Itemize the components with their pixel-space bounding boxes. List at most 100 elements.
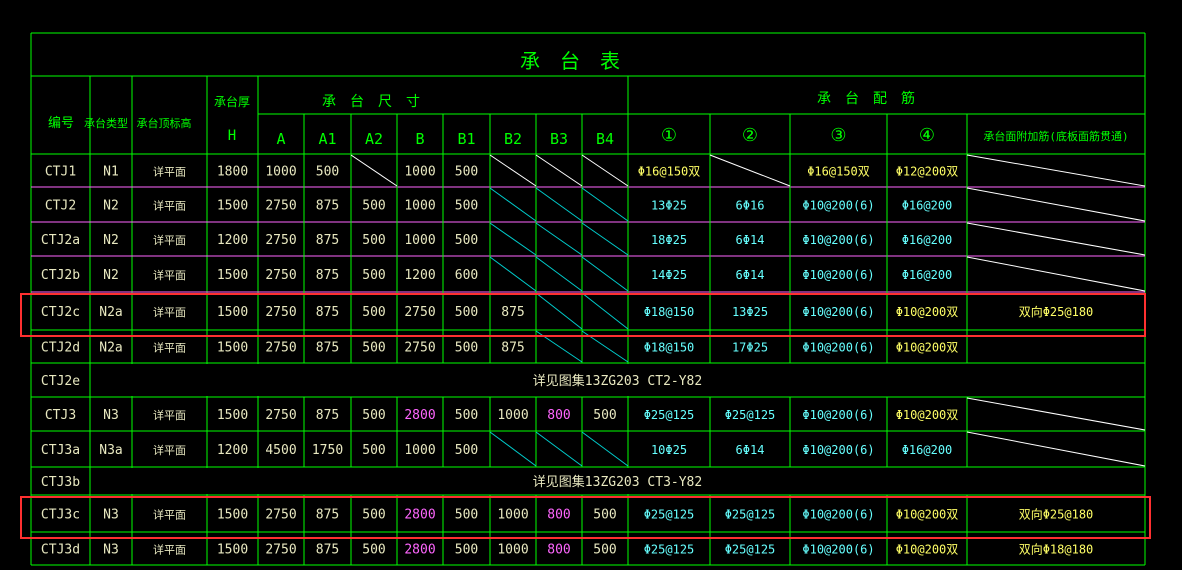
row-type: N2a <box>99 305 122 320</box>
row-rebar-r4: Φ10@200双 <box>896 341 959 355</box>
row-id: CTJ2e <box>41 374 80 389</box>
row-rebar-r1: 10Φ25 <box>651 443 687 457</box>
row-elevation: 详平面 <box>153 268 186 282</box>
row-dim-b: 1000 <box>404 165 435 180</box>
row-rebar-r3: Φ10@200(6) <box>802 305 874 319</box>
row-rebar-r2: 6Φ14 <box>736 268 765 282</box>
row-dim-b1: 500 <box>455 233 478 248</box>
row-dim-a1: 875 <box>316 508 339 523</box>
row-thickness: 1800 <box>217 165 248 180</box>
header-dim-a: A <box>276 130 285 148</box>
row-id: CTJ2 <box>45 199 76 214</box>
row-rebar-r4: Φ10@200双 <box>896 508 959 522</box>
header-rebar-4: ④ <box>919 125 935 146</box>
row-dim-b1: 500 <box>455 543 478 558</box>
row-dim-a1: 875 <box>316 305 339 320</box>
row-id: CTJ2a <box>41 233 80 248</box>
row-dim-b1: 500 <box>455 443 478 458</box>
row-thickness: 1200 <box>217 443 248 458</box>
row-dim-a1: 875 <box>316 543 339 558</box>
row-dim-b4: 500 <box>593 508 616 523</box>
row-dim-a2: 500 <box>362 305 385 320</box>
row-dim-a: 2750 <box>265 233 296 248</box>
row-dim-a1: 875 <box>316 233 339 248</box>
header-dims-group: 承 台 尺 寸 <box>322 94 420 110</box>
row-elevation: 详平面 <box>153 165 186 179</box>
row-dim-b: 2750 <box>404 305 435 320</box>
row-rebar-r1: 13Φ25 <box>651 199 687 213</box>
header-elevation: 承台顶标高 <box>137 116 192 130</box>
row-rebar-r3: Φ10@200(6) <box>802 408 874 422</box>
row-dim-a: 2750 <box>265 199 296 214</box>
row-rebar-r3: Φ10@200(6) <box>802 341 874 355</box>
row-id: CTJ2c <box>41 305 80 320</box>
row-dim-a: 2750 <box>265 341 296 356</box>
row-dim-a2: 500 <box>362 233 385 248</box>
row-elevation: 详平面 <box>153 508 186 522</box>
header-dim-a1: A1 <box>318 130 336 148</box>
row-dim-a1: 500 <box>316 165 339 180</box>
row-rebar-r3: Φ16@150双 <box>807 165 870 179</box>
cad-drawing-canvas[interactable]: 承 台 表 编号 承台类型 承台顶标高 承台厚 H 承 台 尺 寸 承 台 配 … <box>0 0 1182 570</box>
row-rebar-r1: Φ18@150 <box>644 341 695 355</box>
row-elevation: 详平面 <box>153 408 186 422</box>
row-thickness: 1500 <box>217 408 248 423</box>
row-dim-b3: 800 <box>547 408 570 423</box>
row-rebar-r2: Φ25@125 <box>725 543 776 557</box>
row-id: CTJ3b <box>41 475 80 490</box>
row-rebar-r4: Φ16@200 <box>902 199 953 213</box>
row-dim-b1: 600 <box>455 268 478 283</box>
row-rebar-r1: Φ16@150双 <box>638 165 701 179</box>
row-extra-rebar: 双向Φ18@180 <box>1019 542 1094 557</box>
row-dim-b2: 1000 <box>497 508 528 523</box>
row-dim-b: 2800 <box>404 508 435 523</box>
row-thickness: 1500 <box>217 305 248 320</box>
row-dim-b2: 875 <box>501 341 524 356</box>
row-dim-a1: 875 <box>316 408 339 423</box>
header-rebar-3: ③ <box>830 125 846 146</box>
row-id: CTJ1 <box>45 165 76 180</box>
row-rebar-r3: Φ10@200(6) <box>802 233 874 247</box>
row-rebar-r1: Φ18@150 <box>644 305 695 319</box>
row-dim-b: 2750 <box>404 341 435 356</box>
header-rebar-2: ② <box>742 125 758 146</box>
row-rebar-r4: Φ16@200 <box>902 233 953 247</box>
table-title: 承 台 表 <box>520 49 620 73</box>
row-type: N3 <box>103 543 119 558</box>
row-dim-b: 1000 <box>404 233 435 248</box>
row-type: N2 <box>103 268 119 283</box>
row-rebar-r2: 13Φ25 <box>732 305 768 319</box>
row-dim-a2: 500 <box>362 341 385 356</box>
header-dim-a2: A2 <box>365 130 383 148</box>
header-dim-b4: B4 <box>596 130 614 148</box>
row-dim-b1: 500 <box>455 508 478 523</box>
row-dim-b1: 500 <box>455 341 478 356</box>
row-rebar-r2: 6Φ16 <box>736 199 765 213</box>
row-elevation: 详平面 <box>153 305 186 319</box>
row-type: N2a <box>99 341 122 356</box>
row-type: N1 <box>103 165 119 180</box>
row-elevation: 详平面 <box>153 341 186 355</box>
row-span-note: 详见图集13ZG203 CT2-Y82 <box>533 373 702 389</box>
row-type: N3a <box>99 443 122 458</box>
row-rebar-r4: Φ10@200双 <box>896 543 959 557</box>
row-type: N3 <box>103 408 119 423</box>
row-type: N3 <box>103 508 119 523</box>
row-id: CTJ3c <box>41 508 80 523</box>
row-dim-a2: 500 <box>362 443 385 458</box>
row-dim-a: 1000 <box>265 165 296 180</box>
row-dim-a: 2750 <box>265 508 296 523</box>
row-dim-a2: 500 <box>362 508 385 523</box>
row-dim-b: 1000 <box>404 199 435 214</box>
row-thickness: 1500 <box>217 268 248 283</box>
row-id: CTJ2b <box>41 268 80 283</box>
header-thickness: 承台厚 <box>214 94 250 109</box>
row-id: CTJ3d <box>41 543 80 558</box>
row-rebar-r4: Φ16@200 <box>902 268 953 282</box>
row-dim-a1: 1750 <box>312 443 343 458</box>
row-rebar-r4: Φ16@200 <box>902 443 953 457</box>
header-rebar-1: ① <box>661 125 677 146</box>
row-type: N2 <box>103 233 119 248</box>
row-elevation: 详平面 <box>153 233 186 247</box>
row-dim-a2: 500 <box>362 199 385 214</box>
